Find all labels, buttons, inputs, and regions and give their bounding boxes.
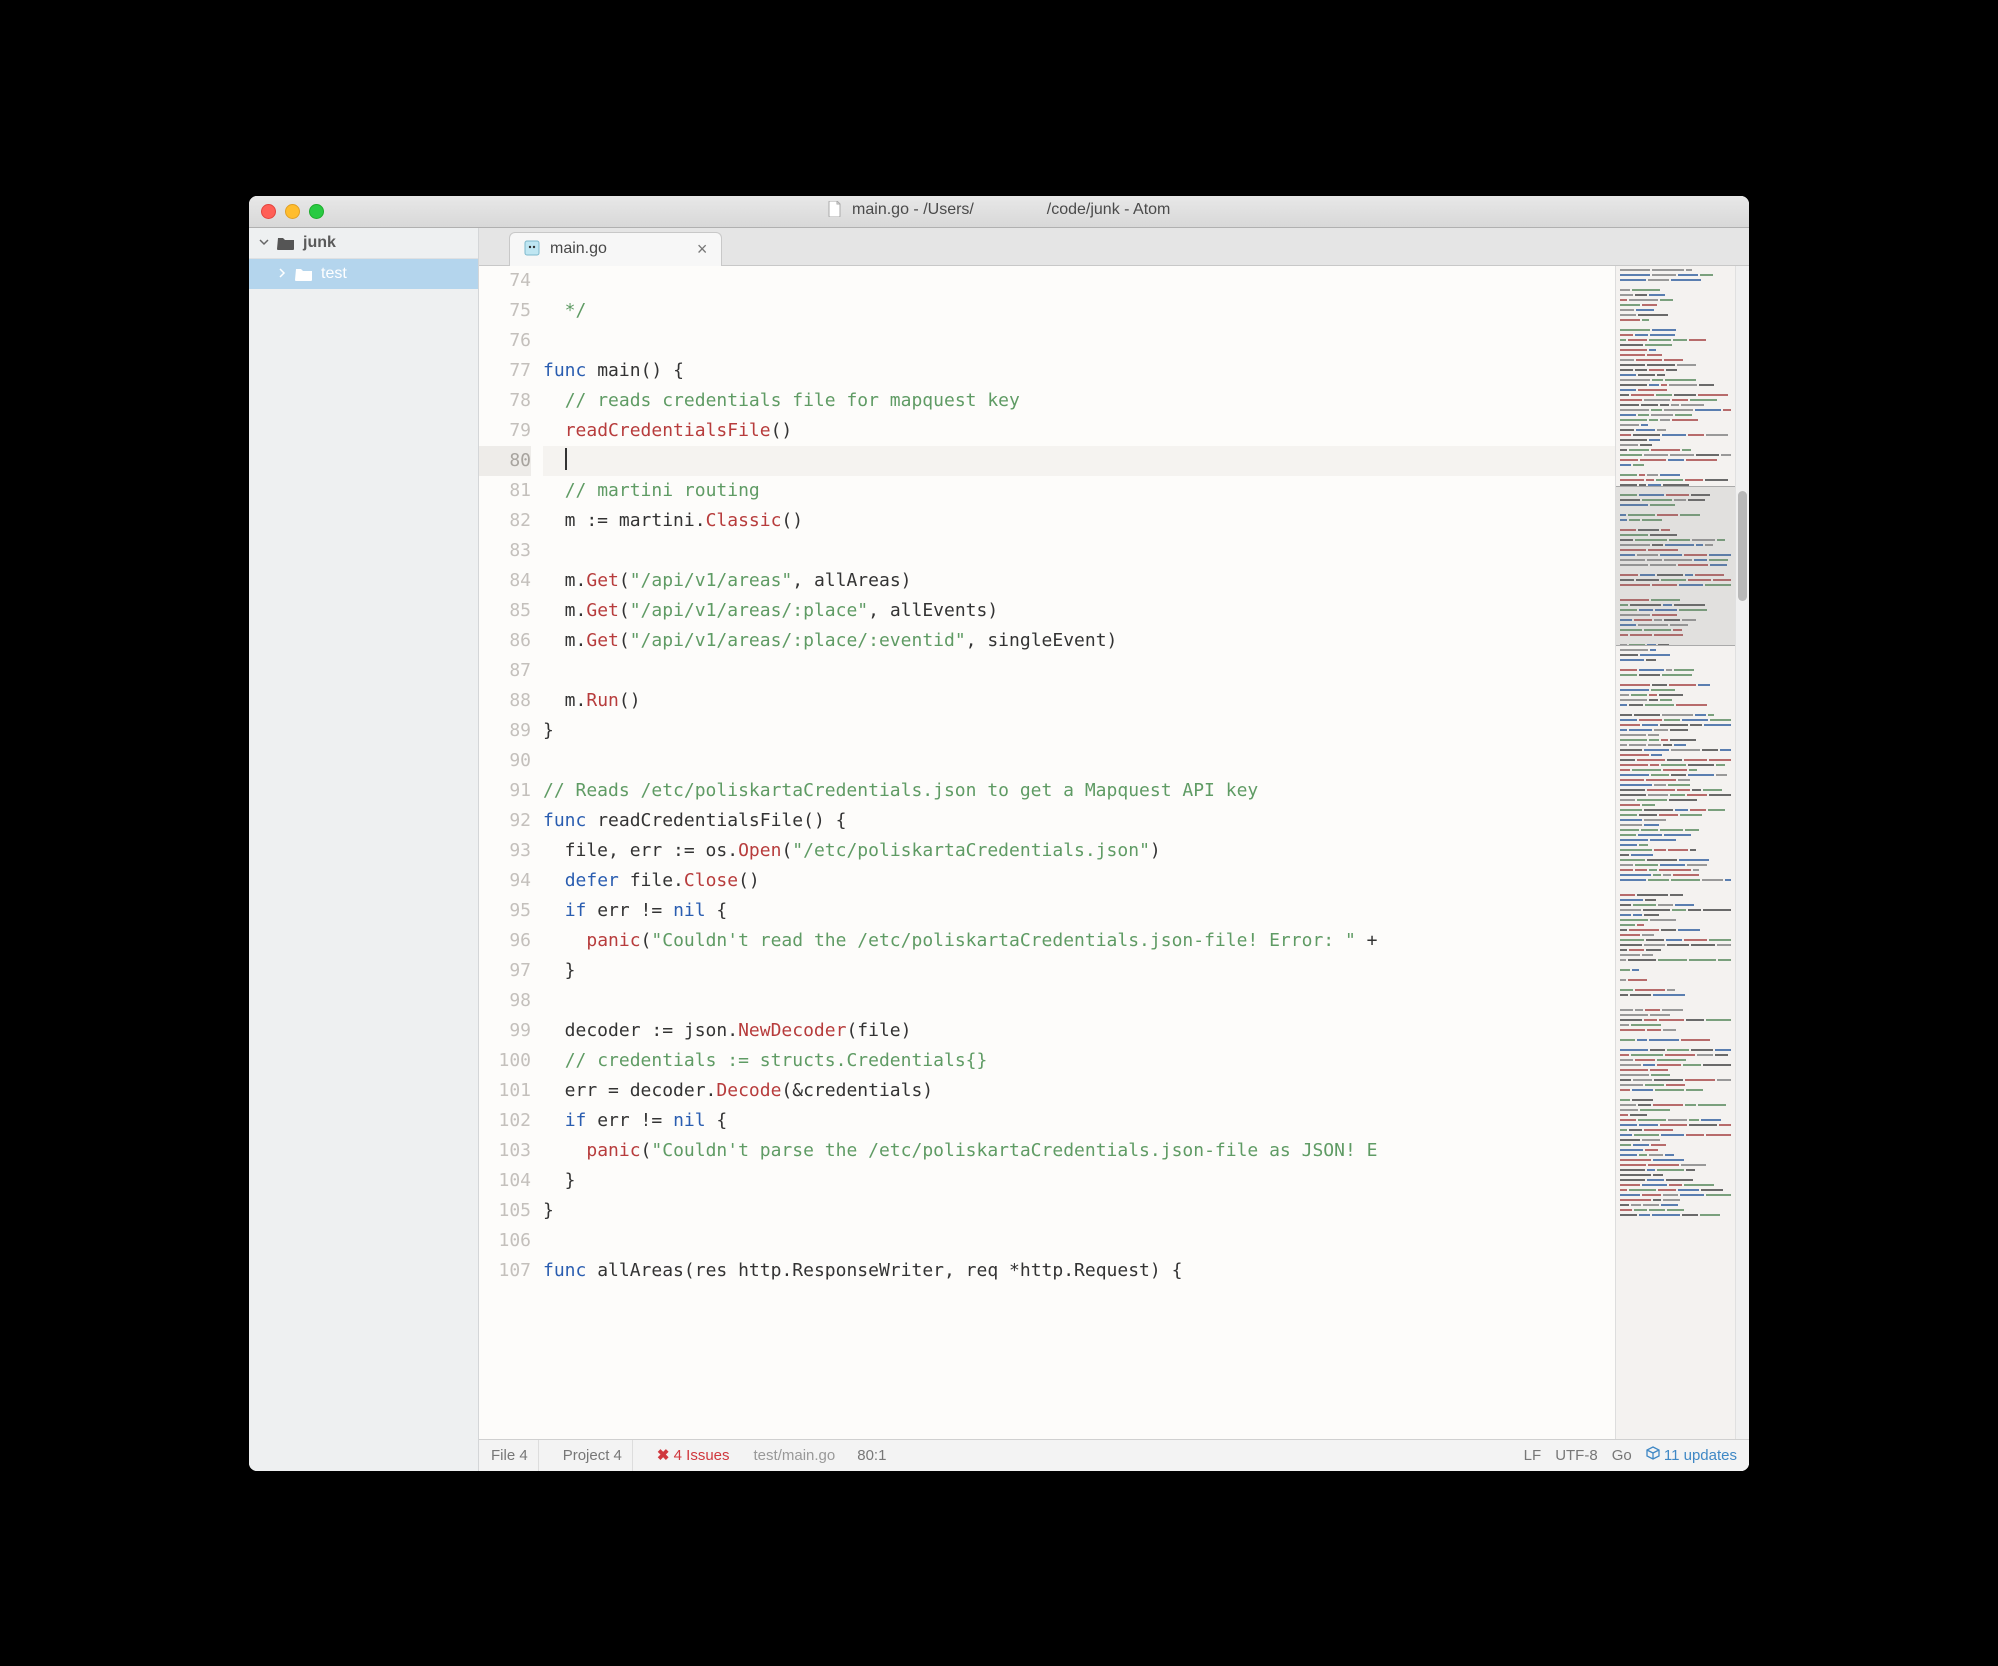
tree-root[interactable]: junk — [249, 228, 478, 259]
go-file-icon — [524, 240, 540, 258]
maximize-button[interactable] — [309, 204, 324, 219]
status-filepath[interactable]: test/main.go — [744, 1447, 836, 1464]
tree-view[interactable]: junk test — [249, 228, 479, 1471]
updates-label: 11 updates — [1664, 1447, 1737, 1464]
title-prefix: main.go - /Users/ — [852, 201, 974, 218]
tab-main-go[interactable]: main.go × — [509, 232, 722, 266]
minimize-button[interactable] — [285, 204, 300, 219]
status-eol[interactable]: LF — [1524, 1447, 1542, 1464]
tree-root-label: junk — [303, 234, 336, 252]
titlebar[interactable]: main.go - /Users/ xxxxxxxx /code/junk - … — [249, 196, 1749, 228]
close-icon[interactable]: × — [697, 239, 708, 260]
package-icon — [1646, 1447, 1664, 1464]
minimap-viewport[interactable] — [1616, 486, 1735, 646]
tree-item-test[interactable]: test — [249, 259, 478, 289]
caret-down-icon — [259, 234, 269, 252]
gutter[interactable]: 7475767778798081828384858687888990919293… — [479, 266, 543, 1439]
status-updates[interactable]: 11 updates — [1646, 1446, 1737, 1464]
tab-label: main.go — [550, 240, 607, 258]
file-issue-count: File 4 — [491, 1447, 528, 1464]
status-project-issues[interactable]: Project 4 — [553, 1440, 633, 1471]
folder-icon — [277, 234, 295, 252]
tree-item-label: test — [321, 265, 347, 283]
status-encoding[interactable]: UTF-8 — [1555, 1447, 1598, 1464]
status-grammar[interactable]: Go — [1612, 1447, 1632, 1464]
title-suffix: /code/junk - Atom — [1047, 201, 1171, 218]
caret-right-icon — [277, 265, 287, 283]
scrollbar-thumb[interactable] — [1738, 491, 1747, 601]
status-bar: File 4 Project 4 ✖ 4 Issues test/main.go… — [479, 1439, 1749, 1471]
status-issues[interactable]: ✖ 4 Issues — [647, 1446, 730, 1464]
editor[interactable]: 7475767778798081828384858687888990919293… — [479, 266, 1749, 1439]
status-cursor[interactable]: 80:1 — [849, 1447, 886, 1464]
close-button[interactable] — [261, 204, 276, 219]
document-icon — [828, 201, 842, 222]
issues-label: 4 Issues — [674, 1447, 730, 1464]
tab-bar[interactable]: main.go × — [479, 228, 1749, 266]
error-icon: ✖ — [657, 1447, 670, 1464]
window-title: main.go - /Users/ xxxxxxxx /code/junk - … — [249, 201, 1749, 222]
folder-icon — [295, 265, 313, 283]
window-body: junk test main.go × — [249, 228, 1749, 1471]
minimap[interactable] — [1615, 266, 1735, 1439]
project-issue-count: Project 4 — [563, 1447, 622, 1464]
editor-pane: main.go × 747576777879808182838485868788… — [479, 228, 1749, 1471]
status-file-issues[interactable]: File 4 — [491, 1440, 539, 1471]
scrollbar[interactable] — [1735, 266, 1749, 1439]
editor-content[interactable]: 7475767778798081828384858687888990919293… — [479, 266, 1615, 1439]
editor-window: main.go - /Users/ xxxxxxxx /code/junk - … — [249, 196, 1749, 1471]
code-area[interactable]: */ func main() { // reads credentials fi… — [543, 266, 1615, 1439]
window-controls — [261, 204, 324, 219]
